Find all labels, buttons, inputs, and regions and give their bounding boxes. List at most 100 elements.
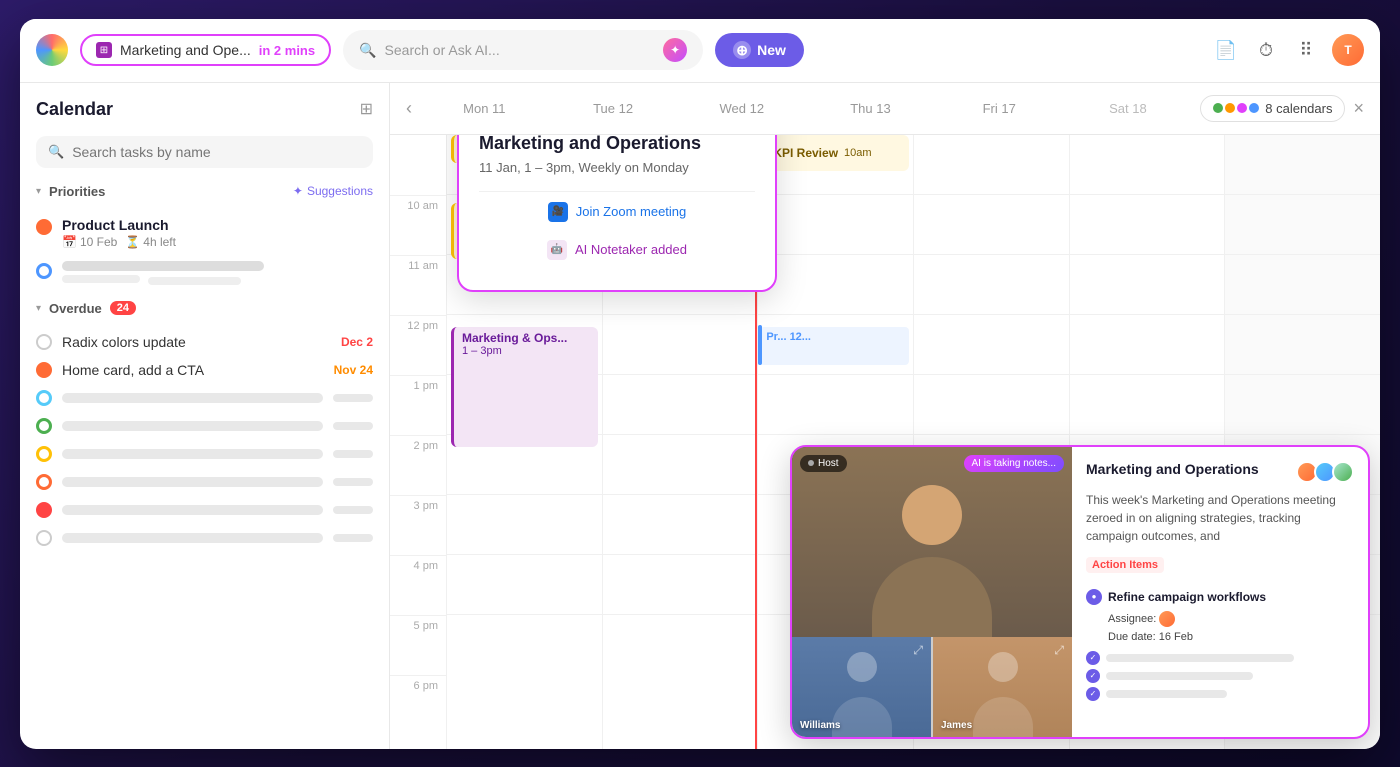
cal-dot-blue xyxy=(1249,103,1259,113)
calendars-count-label: 8 calendars xyxy=(1265,101,1332,116)
thumb-label-1: Williams xyxy=(800,720,840,731)
vpanel-due-date: Due date: 16 Feb xyxy=(1086,631,1354,643)
overdue-task-2[interactable]: Home card, add a CTA Nov 24 xyxy=(36,356,373,384)
time-1800: 6 pm xyxy=(390,675,446,735)
cal-dot-purple xyxy=(1237,103,1247,113)
priority-indicator xyxy=(758,325,762,365)
priorities-section-header[interactable]: ▾ Priorities ✦ Suggestions xyxy=(36,184,373,199)
check-bar-2 xyxy=(1106,672,1253,680)
event-time: 1 – 3pm xyxy=(462,345,590,357)
vpanel-task-name: Refine campaign workflows xyxy=(1108,590,1266,604)
cal-dot-green xyxy=(1213,103,1223,113)
overdue-task-8 xyxy=(36,524,373,552)
task-date: 10 Feb xyxy=(80,235,117,249)
zoom-action-label: Join Zoom meeting xyxy=(576,204,687,219)
vpanel-avatar-3 xyxy=(1332,461,1354,483)
video-left-panel: Host AI is taking notes... Williams ⤢ xyxy=(792,447,1072,737)
task-name: Product Launch xyxy=(62,217,373,233)
ai-notetaker-action[interactable]: 🤖 AI Notetaker added xyxy=(479,232,755,270)
thumb-label-2: James xyxy=(941,720,972,731)
task-search-wrap[interactable]: 🔍 xyxy=(36,136,373,168)
user-avatar[interactable]: T xyxy=(1332,34,1364,66)
expand-icon-2[interactable]: ⤢ xyxy=(1054,643,1064,658)
overdue-task-1[interactable]: Radix colors update Dec 2 xyxy=(36,328,373,356)
video-host-badge: Host xyxy=(800,455,847,472)
calendars-pill[interactable]: 8 calendars xyxy=(1200,95,1345,122)
overdue-task-5 xyxy=(36,440,373,468)
task-search-input[interactable] xyxy=(72,144,361,160)
zoom-icon: 🎥 xyxy=(548,202,568,222)
popup-title: Marketing and Operations xyxy=(479,135,755,154)
vpanel-task-item: ● Refine campaign workflows xyxy=(1086,589,1354,605)
skeleton-date-2 xyxy=(333,422,373,430)
vpanel-avatars xyxy=(1296,461,1354,483)
new-button[interactable]: ⊕ New xyxy=(715,33,804,67)
search-magnifier-icon: 🔍 xyxy=(48,144,64,160)
ai-sparkle-icon[interactable]: ✦ xyxy=(663,38,687,62)
timer-icon[interactable]: ⏱ xyxy=(1252,36,1280,64)
day-label-mon: Mon 11 xyxy=(420,101,549,116)
hourglass-icon: ⏳ xyxy=(125,235,140,249)
skeleton-date-3 xyxy=(333,450,373,458)
close-icon[interactable]: × xyxy=(1353,98,1364,119)
time-1300: 1 pm xyxy=(390,375,446,435)
task-product-launch[interactable]: Product Launch 📅 10 Feb ⏳ 4h left xyxy=(36,211,373,255)
skeleton-meta xyxy=(62,275,140,283)
vpanel-check-1: ✓ xyxy=(1086,651,1354,665)
skeleton-text-5 xyxy=(62,505,323,515)
overdue-task-name-1: Radix colors update xyxy=(62,334,331,350)
time-column: 10 am 11 am 12 pm 1 pm 2 pm 3 pm 4 pm 5 … xyxy=(390,135,446,749)
event-popup: 📅 Event Marketing and Operations 11 Jan,… xyxy=(457,135,777,292)
vpanel-check-list: ✓ ✓ ✓ xyxy=(1086,651,1354,701)
global-search-bar[interactable]: 🔍 Search or Ask AI... ✦ xyxy=(343,30,703,70)
skeleton-text-3 xyxy=(62,449,323,459)
overdue-date-1: Dec 2 xyxy=(341,335,373,349)
video-thumb-james: James ⤢ xyxy=(933,637,1072,737)
due-date-value: 16 Feb xyxy=(1159,631,1193,643)
skeleton-date-6 xyxy=(333,534,373,542)
task-dot-cyan xyxy=(36,390,52,406)
app-logo xyxy=(36,34,68,66)
overdue-task-3 xyxy=(36,384,373,412)
video-person-main xyxy=(792,447,1072,637)
vpanel-description: This week's Marketing and Operations mee… xyxy=(1086,491,1354,545)
sidebar-collapse-icon[interactable]: ⊞ xyxy=(360,99,373,119)
grid-icon[interactable]: ⠿ xyxy=(1292,36,1320,64)
video-thumbnails: Williams ⤢ James ⤢ xyxy=(792,637,1072,737)
document-icon[interactable]: 📄 xyxy=(1212,36,1240,64)
event-pill[interactable]: Marketing and Ope... in 2 mins xyxy=(80,34,331,66)
vpanel-title: Marketing and Operations xyxy=(1086,461,1259,477)
task-dot-orange-2 xyxy=(36,362,52,378)
check-bar-3 xyxy=(1106,690,1227,698)
zoom-action[interactable]: 🎥 Join Zoom meeting xyxy=(479,191,755,232)
task-skeleton-1 xyxy=(36,255,373,293)
nav-left-icon[interactable]: ‹ xyxy=(406,98,412,119)
vpanel-assignee: Assignee: xyxy=(1086,611,1354,627)
overdue-task-4 xyxy=(36,412,373,440)
suggestions-label: Suggestions xyxy=(307,184,373,198)
skeleton-date-4 xyxy=(333,478,373,486)
task-dot-green xyxy=(36,418,52,434)
skeleton-text-6 xyxy=(62,533,323,543)
event-marketing-ops[interactable]: Marketing & Ops... 1 – 3pm xyxy=(451,327,598,447)
event-name: KPI Review xyxy=(773,146,838,160)
task-circle-empty xyxy=(36,334,52,350)
event-name: Marketing & Ops... xyxy=(462,331,590,345)
vpanel-action-items-label: Action Items xyxy=(1086,557,1164,573)
assignee-avatar xyxy=(1159,611,1175,627)
day-label-sat: Sat 18 xyxy=(1064,101,1193,116)
vpanel-check-3: ✓ xyxy=(1086,687,1354,701)
task-dot-orange3 xyxy=(36,474,52,490)
day-label-wed: Wed 12 xyxy=(677,101,806,116)
skeleton-line xyxy=(62,261,264,271)
overdue-section-header[interactable]: ▾ Overdue 24 xyxy=(36,301,373,316)
sidebar-title: Calendar xyxy=(36,99,113,120)
new-button-label: New xyxy=(757,42,786,58)
expand-icon-1[interactable]: ⤢ xyxy=(913,643,923,658)
event-kpi[interactable]: KPI Review 10am xyxy=(762,135,909,171)
time-1200: 12 pm xyxy=(390,315,446,375)
day-label-thu: Thu 13 xyxy=(806,101,935,116)
cal-dot-orange xyxy=(1225,103,1235,113)
event-priority-inline[interactable]: Pr... 12... xyxy=(760,327,909,365)
overdue-badge: 24 xyxy=(110,301,136,315)
